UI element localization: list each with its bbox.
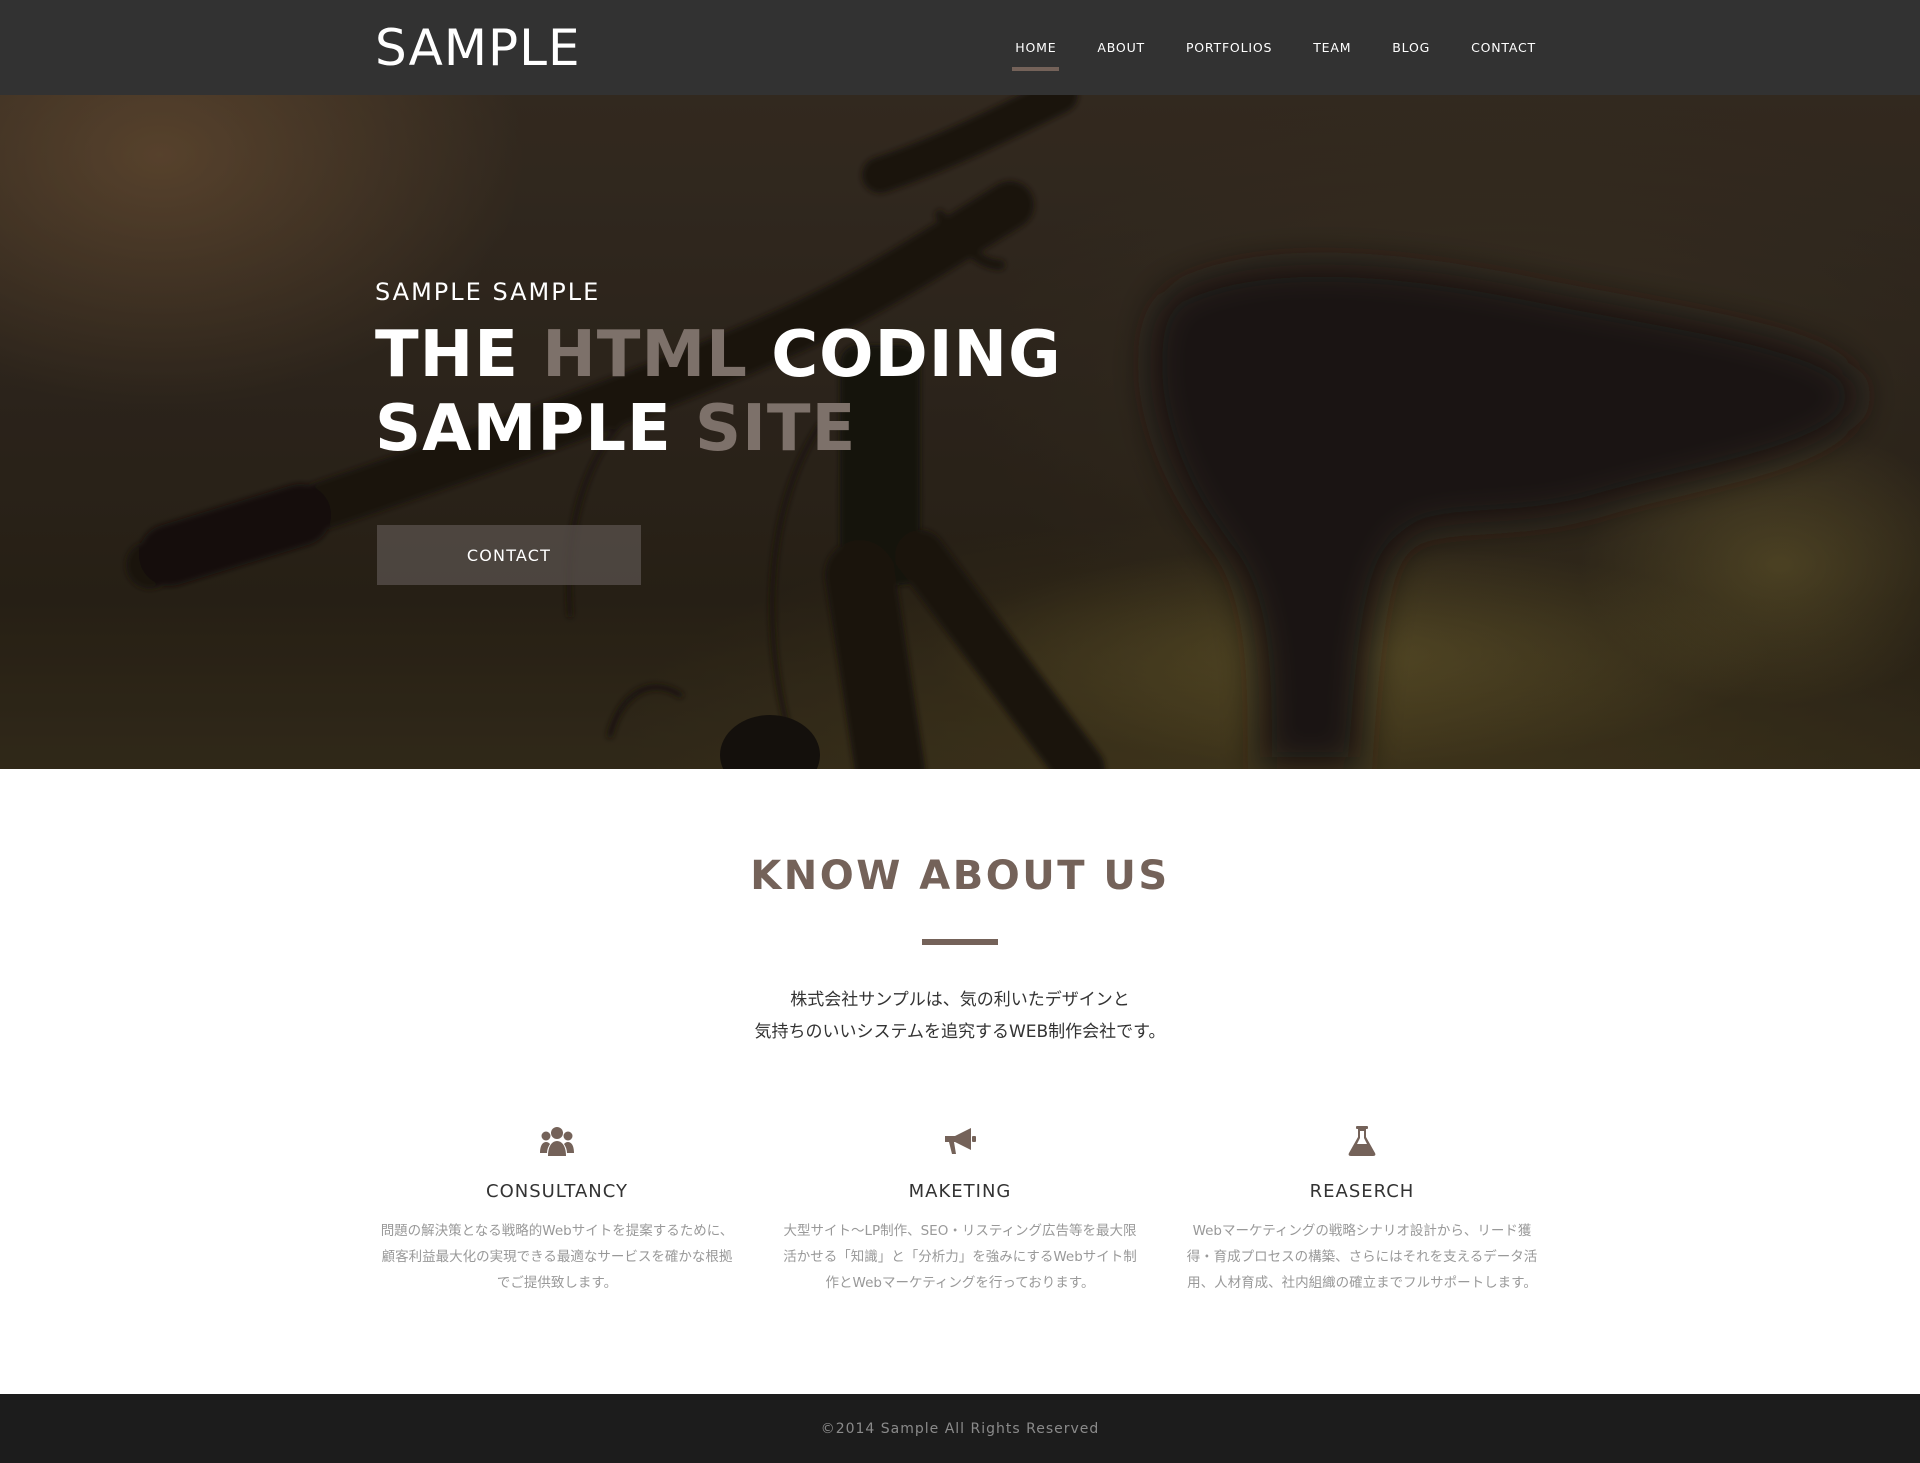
hero-contact-button[interactable]: CONTACT <box>377 525 641 585</box>
site-header: SAMPLE HOME ABOUT PORTFOLIOS TEAM BLOG C… <box>0 0 1920 95</box>
service-description: 大型サイト〜LP制作、SEO・リスティング広告等を最大限活かせる「知識」と「分析… <box>783 1223 1137 1291</box>
site-logo[interactable]: SAMPLE <box>375 20 581 76</box>
service-name: CONSULTANCY <box>486 1181 628 1202</box>
about-title: KNOW ABOUT US <box>750 853 1170 899</box>
service-name: MAKETING <box>908 1181 1012 1202</box>
users-icon <box>372 1124 742 1158</box>
hero-title-part-4: SAMPLE <box>375 392 695 466</box>
about-description: 株式会社サンプルは、気の利いたデザインと 気持ちのいいシステムを追究するWEB制… <box>0 984 1920 1048</box>
nav-item-portfolios[interactable]: PORTFOLIOS <box>1186 0 1272 95</box>
service-consultancy: CONSULTANCY 問題の解決策となる戦略的Webサイトを提案するために、顧… <box>372 1124 742 1296</box>
hero-title-part-5: SITE <box>695 392 857 466</box>
hero-title: THE HTML CODING SAMPLE SITE <box>375 318 1062 466</box>
about-description-line-1: 株式会社サンプルは、気の利いたデザインと <box>790 990 1130 1010</box>
hero-content: SAMPLE SAMPLE THE HTML CODING SAMPLE SIT… <box>375 278 1062 466</box>
nav-item-home[interactable]: HOME <box>1012 0 1060 95</box>
hero-section: SAMPLE SAMPLE THE HTML CODING SAMPLE SIT… <box>0 95 1920 769</box>
footer-copyright: ©2014 Sample All Rights Reserved <box>820 1420 1100 1437</box>
service-marketing: MAKETING 大型サイト〜LP制作、SEO・リスティング広告等を最大限活かせ… <box>775 1124 1145 1296</box>
nav-item-blog[interactable]: BLOG <box>1392 0 1430 95</box>
flask-icon <box>1177 1124 1547 1158</box>
about-description-line-2: 気持ちのいいシステムを追究するWEB制作会社です。 <box>754 1022 1166 1042</box>
megaphone-icon <box>775 1124 1145 1158</box>
hero-title-part-3: CODING <box>747 318 1062 392</box>
service-research: REASERCH Webマーケティングの戦略シナリオ設計から、リード獲得・育成プ… <box>1177 1124 1547 1296</box>
about-divider <box>922 939 998 945</box>
service-description: Webマーケティングの戦略シナリオ設計から、リード獲得・育成プロセスの構築、さら… <box>1186 1223 1538 1291</box>
hero-subtitle: SAMPLE SAMPLE <box>375 278 601 306</box>
about-section: KNOW ABOUT US 株式会社サンプルは、気の利いたデザインと 気持ちのい… <box>0 769 1920 1394</box>
nav-item-about[interactable]: ABOUT <box>1097 0 1145 95</box>
nav-item-team[interactable]: TEAM <box>1313 0 1351 95</box>
hero-title-part-1: THE <box>375 318 543 392</box>
service-description: 問題の解決策となる戦略的Webサイトを提案するために、顧客利益最大化の実現できる… <box>380 1223 734 1291</box>
nav-item-contact[interactable]: CONTACT <box>1471 0 1536 95</box>
main-nav: HOME ABOUT PORTFOLIOS TEAM BLOG CONTACT <box>974 0 1536 95</box>
hero-title-part-2: HTML <box>542 318 748 392</box>
site-footer: ©2014 Sample All Rights Reserved <box>0 1394 1920 1463</box>
service-name: REASERCH <box>1309 1181 1415 1202</box>
